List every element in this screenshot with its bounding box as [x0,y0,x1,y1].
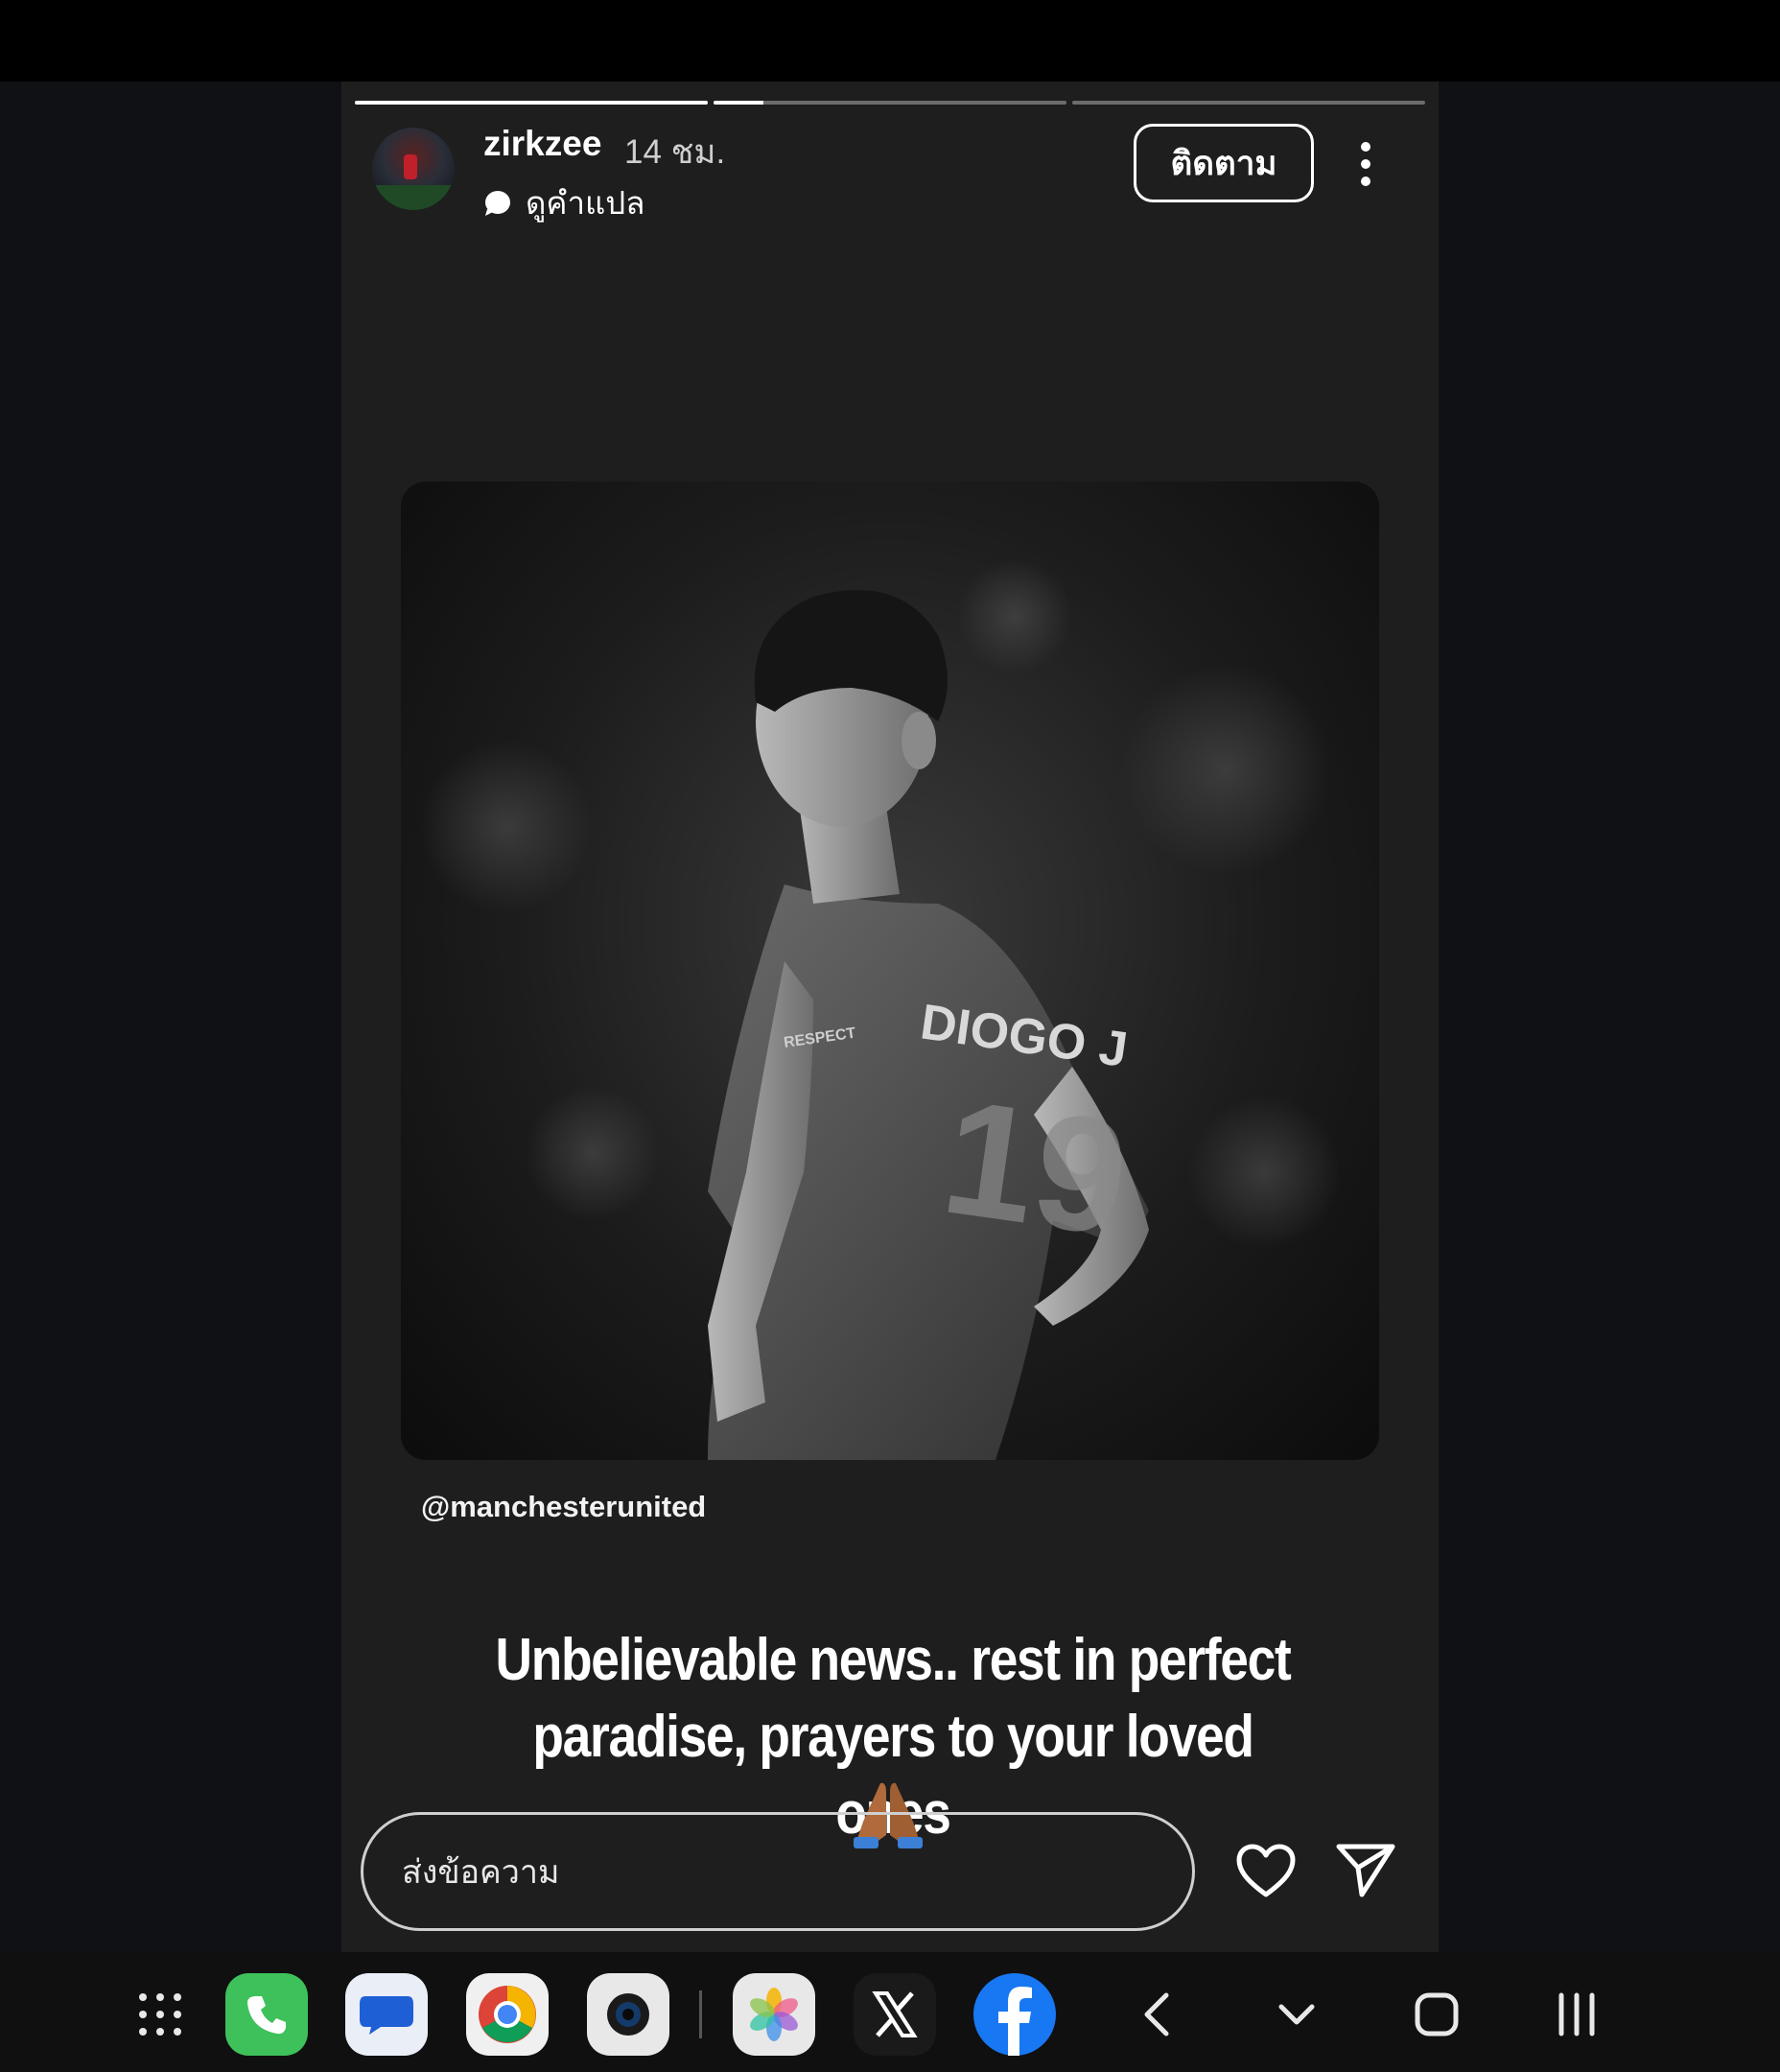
message-placeholder: ส่งข้อความ [402,1854,560,1891]
chrome-app-icon[interactable] [466,1973,549,2056]
mention-tag[interactable]: @manchesterunited [421,1490,706,1524]
hide-keyboard-chevron-down-icon[interactable] [1268,1986,1325,2043]
chat-bubble-icon [485,190,510,216]
username[interactable]: zirkzee [483,124,601,164]
story-progress-bar [355,101,1425,105]
story-viewer[interactable]: zirkzee 14 ชม. ดูคำแปล ติดตาม DIOGO J 19… [341,82,1439,1952]
phone-app-icon[interactable] [225,1973,308,2056]
app-drawer-icon[interactable] [119,1973,201,2056]
recents-nav-icon[interactable] [1548,1986,1605,2043]
jersey-number: 19 [933,1065,1138,1270]
progress-segment-1 [355,101,708,105]
x-app-icon[interactable] [854,1973,936,2056]
status-bar [0,0,1780,82]
photos-app-icon[interactable] [733,1973,815,2056]
progress-segment-3 [1072,101,1425,105]
progress-segment-2 [714,101,1066,105]
message-input[interactable]: ส่งข้อความ [361,1812,1195,1931]
back-nav-icon[interactable] [1130,1986,1187,2043]
translate-label: ดูคำแปล [526,185,645,221]
shared-post-image[interactable]: DIOGO J 19 RESPECT [401,482,1379,1460]
messages-app-icon[interactable] [345,1973,428,2056]
taskbar-divider [699,1990,702,2038]
follow-button[interactable]: ติดตาม [1134,124,1314,202]
story-time: 14 ชม. [624,133,726,171]
send-paper-plane-icon[interactable] [1335,1841,1396,1898]
player-photo: DIOGO J 19 RESPECT [420,558,1341,1460]
translate-link[interactable]: ดูคำแปล [483,177,644,228]
like-heart-icon[interactable] [1235,1843,1297,1900]
more-options-icon[interactable] [1358,141,1373,187]
avatar[interactable] [372,128,455,210]
home-nav-icon[interactable] [1408,1986,1465,2043]
facebook-app-icon[interactable] [973,1973,1056,2056]
camera-app-icon[interactable] [587,1973,669,2056]
